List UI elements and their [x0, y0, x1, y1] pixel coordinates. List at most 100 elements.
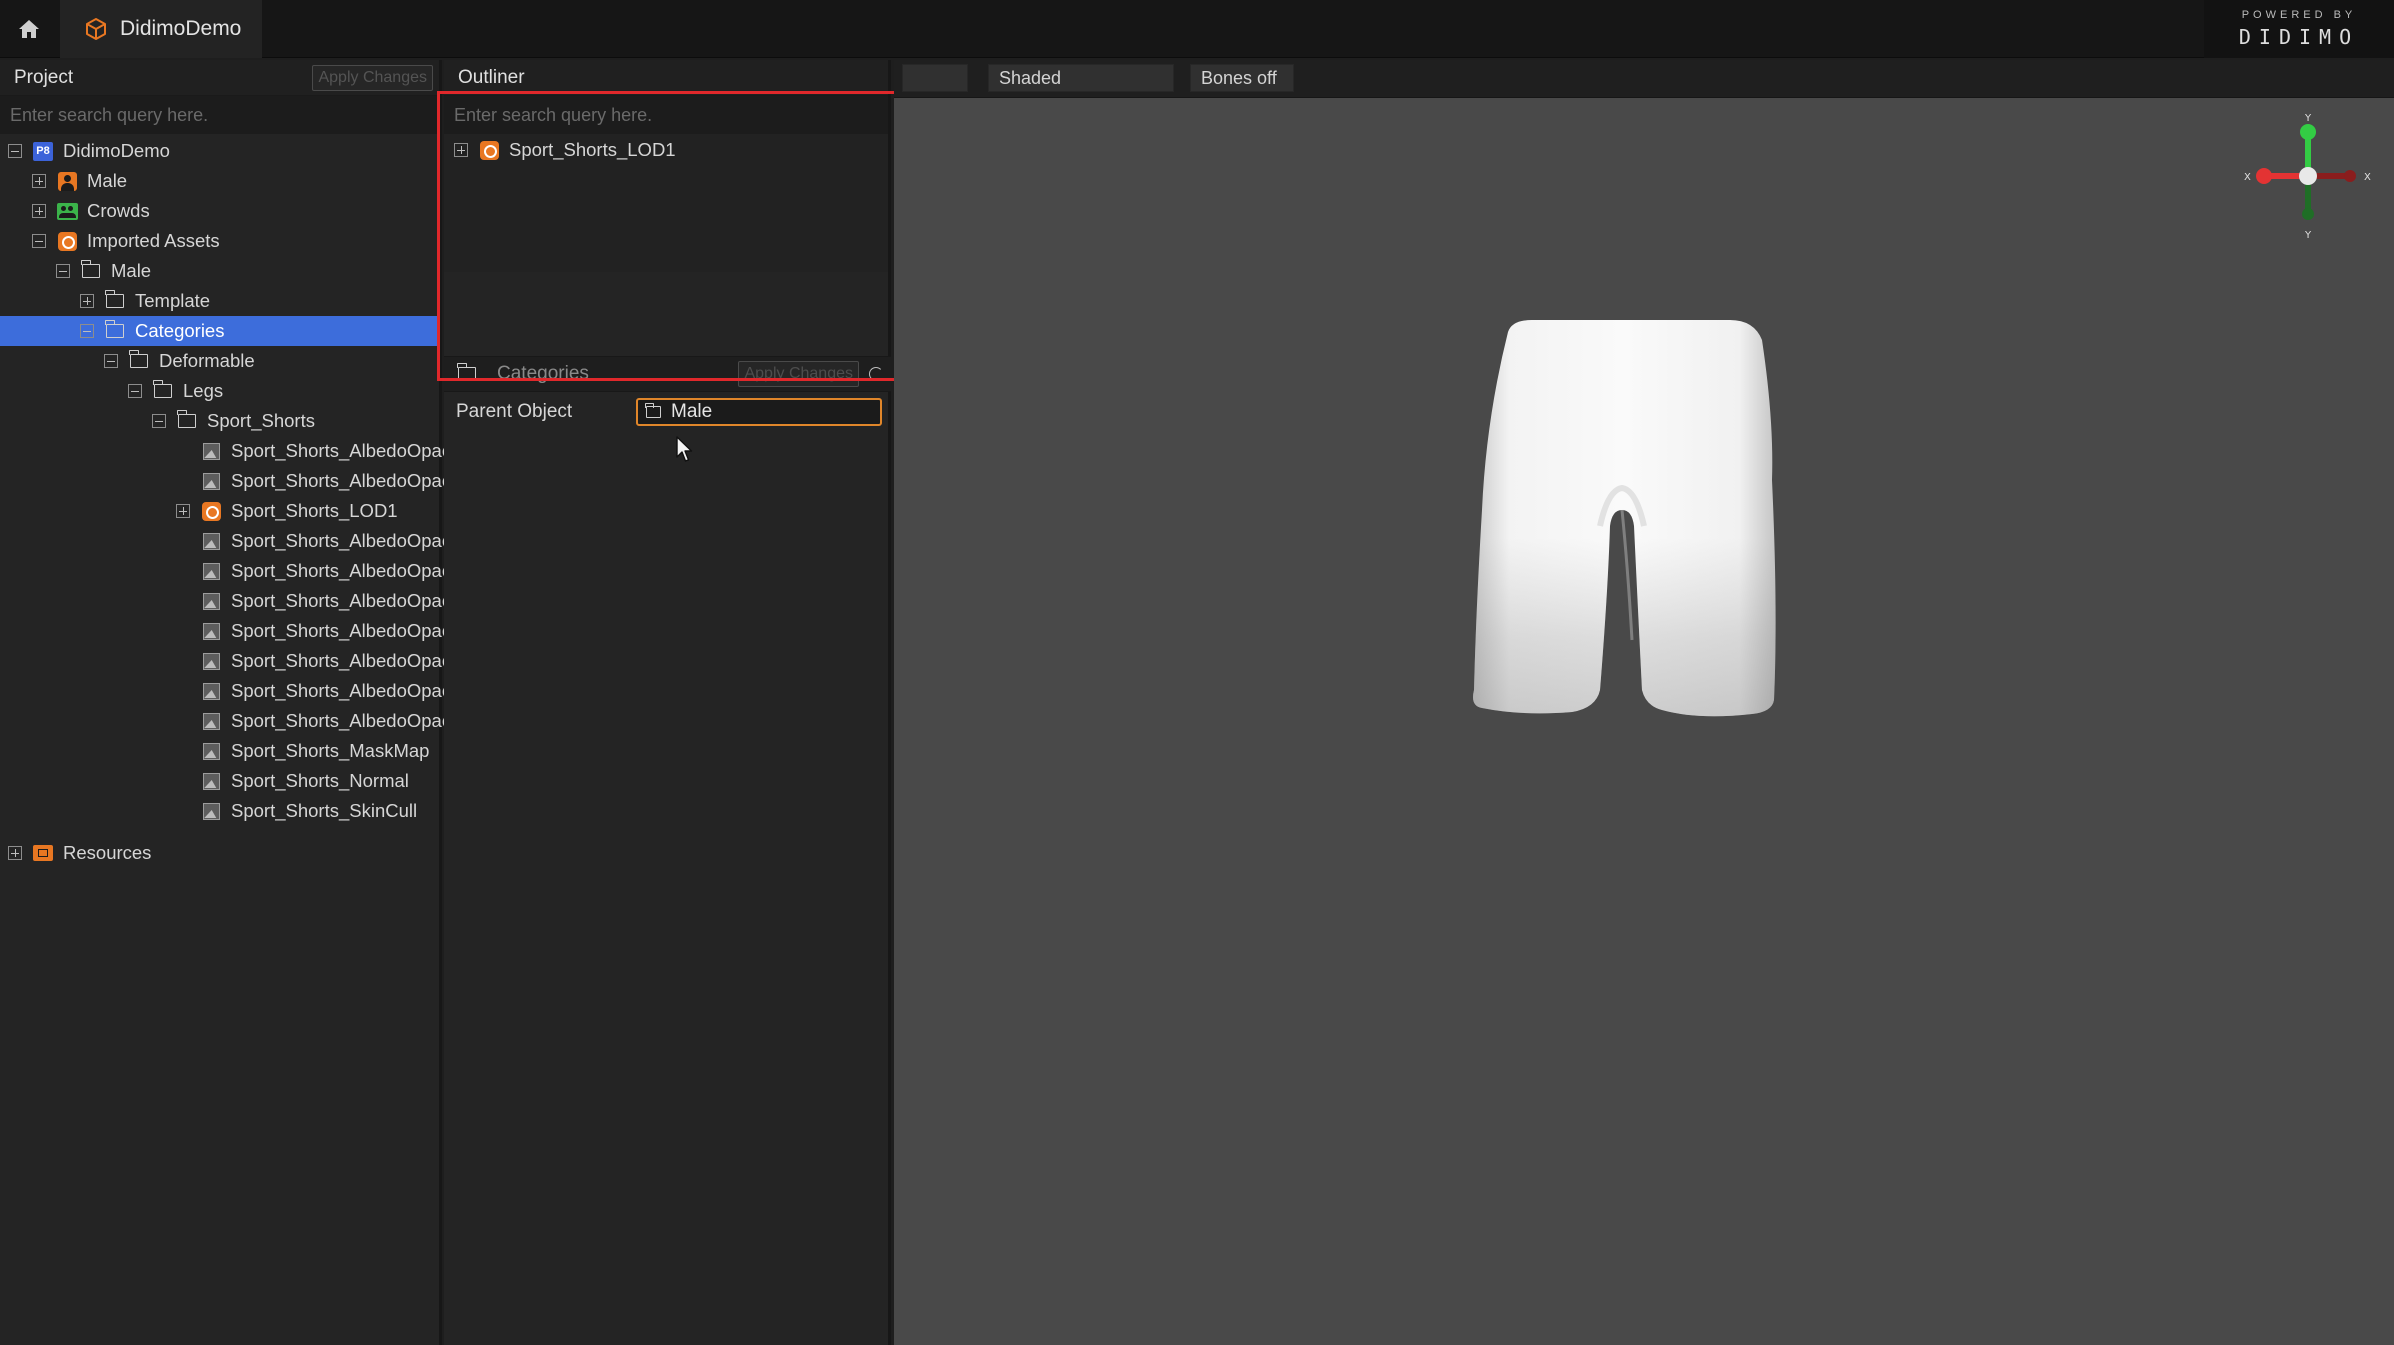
- tree-item-label: Categories: [135, 320, 225, 341]
- project-panel-title: Project: [14, 66, 74, 88]
- sport-shorts-model[interactable]: [1472, 310, 1802, 730]
- folder-icon: [176, 410, 198, 431]
- tree-item[interactable]: Sport_Shorts_AlbedoOpac: [0, 466, 451, 496]
- project-apply-changes-button[interactable]: Apply Changes: [312, 64, 433, 91]
- parent-object-field[interactable]: Male: [636, 398, 882, 426]
- tree-item[interactable]: Male: [0, 256, 439, 286]
- gizmo-x-right-label: X: [2364, 172, 2371, 183]
- viewport-blank-button[interactable]: [902, 64, 968, 92]
- texture-icon: [200, 472, 222, 491]
- tree-item-label: Sport_Shorts_AlbedoOpac: [231, 470, 452, 491]
- outliner-search: [444, 96, 888, 134]
- project-search: [0, 96, 439, 134]
- top-bar: DidimoDemo POWERED BY DIDIMO: [0, 0, 2394, 58]
- expand-icon[interactable]: [176, 504, 190, 518]
- tree-item-label: Male: [87, 170, 128, 191]
- tree-item[interactable]: Sport_Shorts_AlbedoOpac: [0, 526, 451, 556]
- model-icon: [56, 231, 78, 251]
- app-cube-icon: [86, 18, 106, 40]
- folder-icon: [456, 363, 478, 384]
- folder-icon: [104, 290, 126, 311]
- outliner-panel-header: Outliner: [444, 60, 888, 96]
- resources-icon: [32, 844, 54, 863]
- expand-icon[interactable]: [454, 143, 468, 157]
- person-icon: [56, 171, 78, 191]
- parent-object-label: Parent Object: [456, 401, 573, 422]
- tree-item[interactable]: Legs: [0, 376, 439, 406]
- folder-icon: [104, 320, 126, 341]
- tree-item[interactable]: Resources: [0, 838, 439, 868]
- home-button[interactable]: [0, 0, 58, 58]
- expand-icon[interactable]: [32, 204, 46, 218]
- collapse-icon[interactable]: [8, 144, 22, 158]
- collapse-icon[interactable]: [152, 414, 166, 428]
- home-icon: [19, 20, 39, 38]
- model-icon: [200, 501, 222, 521]
- texture-icon: [200, 532, 222, 551]
- expand-icon[interactable]: [80, 294, 94, 308]
- tree-item[interactable]: Sport_Shorts: [0, 406, 439, 436]
- collapse-icon[interactable]: [56, 264, 70, 278]
- project-search-input[interactable]: [10, 104, 439, 126]
- project-panel: Project Apply Changes P8 DidimoDemo Male Cr…: [0, 60, 451, 1345]
- gizmo-x-left-label: X: [2244, 172, 2251, 183]
- outliner-item-label: Sport_Shorts_LOD1: [509, 139, 676, 160]
- texture-icon: [200, 712, 222, 731]
- tree-item-label: Sport_Shorts_AlbedoOpac: [231, 620, 452, 641]
- outliner-search-input[interactable]: [454, 104, 888, 126]
- viewport-toolbar: Shaded Bones off: [894, 60, 2394, 98]
- gizmo-y-bottom-label: Y: [2304, 230, 2312, 240]
- tree-item[interactable]: Sport_Shorts_AlbedoOpac: [0, 616, 451, 646]
- refresh-icon[interactable]: [869, 367, 883, 381]
- tree-item-label: Sport_Shorts_Normal: [231, 770, 409, 791]
- tree-item[interactable]: Sport_Shorts_MaskMap: [0, 736, 439, 766]
- collapse-icon[interactable]: [104, 354, 118, 368]
- tree-item-label: Template: [135, 290, 211, 311]
- expand-icon[interactable]: [32, 174, 46, 188]
- parent-object-row: Parent Object Male: [444, 392, 891, 432]
- texture-icon: [200, 652, 222, 671]
- tree-item[interactable]: Deformable: [0, 346, 439, 376]
- expand-icon[interactable]: [8, 846, 22, 860]
- tree-item[interactable]: Male: [0, 166, 439, 196]
- model-icon: [478, 140, 500, 160]
- tree-item[interactable]: Template: [0, 286, 439, 316]
- tree-item[interactable]: P8 DidimoDemo: [0, 136, 439, 166]
- mouse-cursor-icon: [676, 436, 693, 462]
- tree-item-label: Sport_Shorts_AlbedoOpac: [231, 650, 452, 671]
- texture-icon: [200, 442, 222, 461]
- gizmo-y-negative-handle[interactable]: [2302, 208, 2314, 220]
- gizmo-y-positive-handle[interactable]: [2300, 124, 2316, 140]
- tree-item[interactable]: Sport_Shorts_AlbedoOpac: [0, 646, 451, 676]
- tree-item[interactable]: Sport_Shorts_LOD1: [0, 496, 439, 526]
- folder-icon: [128, 350, 150, 371]
- app-tab[interactable]: DidimoDemo: [60, 0, 262, 58]
- gizmo-x-negative-handle[interactable]: [2344, 170, 2356, 182]
- tree-item[interactable]: Sport_Shorts_AlbedoOpac: [0, 436, 451, 466]
- axis-gizmo[interactable]: Y Y X X: [2242, 110, 2372, 240]
- bones-toggle[interactable]: Bones off: [1190, 64, 1294, 92]
- tree-item[interactable]: Categories: [0, 316, 439, 346]
- outliner-item[interactable]: Sport_Shorts_LOD1: [444, 135, 676, 165]
- tree-item[interactable]: Sport_Shorts_AlbedoOpac: [0, 556, 451, 586]
- gizmo-center-handle[interactable]: [2299, 167, 2317, 185]
- collapse-icon[interactable]: [128, 384, 142, 398]
- 3d-viewport[interactable]: Shaded Bones off Y Y X X: [894, 60, 2394, 1345]
- tree-item-label: DidimoDemo: [63, 140, 170, 161]
- tree-item[interactable]: Sport_Shorts_SkinCull: [0, 796, 439, 826]
- shading-mode-dropdown[interactable]: Shaded: [988, 64, 1174, 92]
- tree-item-label: Resources: [63, 842, 152, 863]
- project-icon: P8: [32, 141, 54, 161]
- tree-item[interactable]: Sport_Shorts_Normal: [0, 766, 439, 796]
- tree-item[interactable]: Sport_Shorts_AlbedoOpac: [0, 706, 451, 736]
- tree-item-label: Male: [111, 260, 152, 281]
- tree-item[interactable]: Sport_Shorts_AlbedoOpac: [0, 676, 451, 706]
- gizmo-x-positive-handle[interactable]: [2256, 168, 2272, 184]
- collapse-icon[interactable]: [80, 324, 94, 338]
- tree-item[interactable]: Sport_Shorts_AlbedoOpac: [0, 586, 451, 616]
- crowds-icon: [56, 202, 78, 221]
- tree-item[interactable]: Crowds: [0, 196, 439, 226]
- collapse-icon[interactable]: [32, 234, 46, 248]
- tree-item[interactable]: Imported Assets: [0, 226, 439, 256]
- inspector-apply-changes-button[interactable]: Apply Changes: [738, 361, 859, 387]
